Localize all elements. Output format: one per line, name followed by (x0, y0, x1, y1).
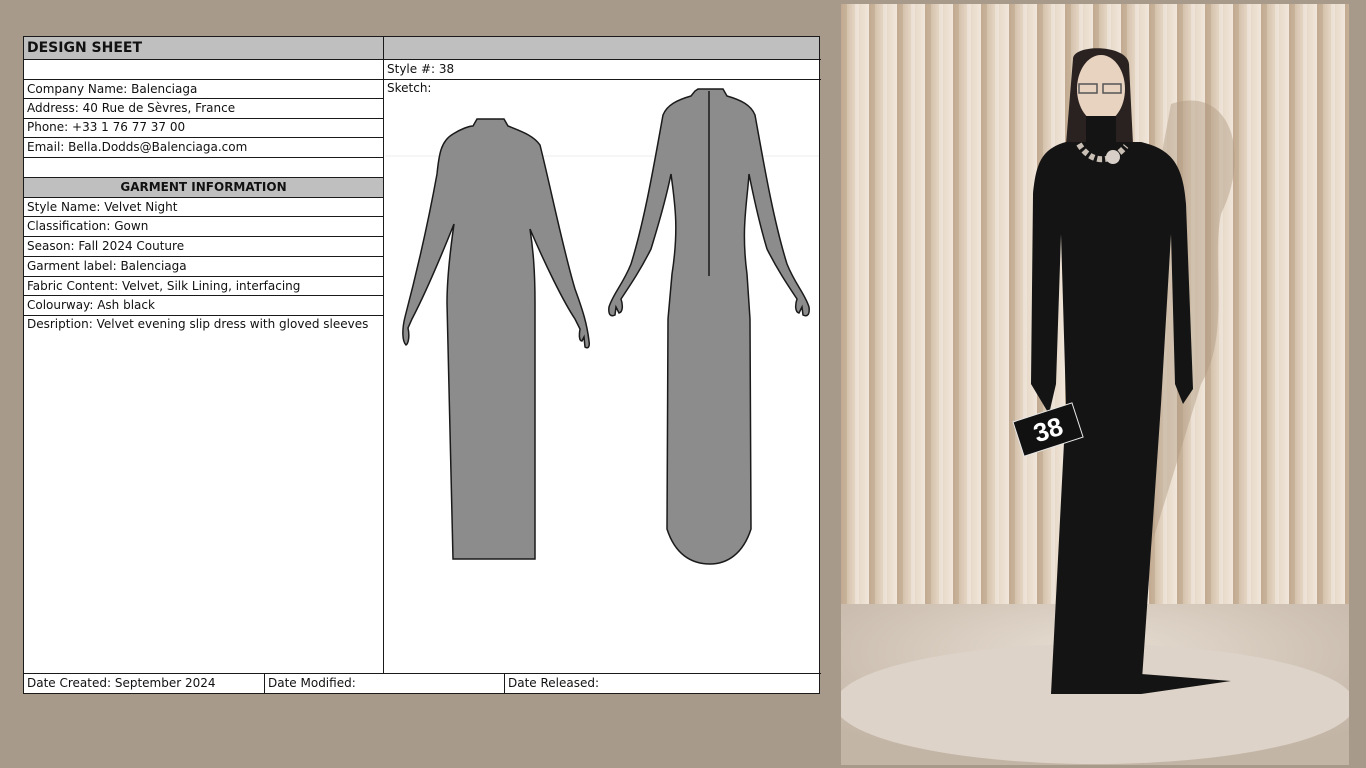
runway-photo: 38 (841, 4, 1349, 765)
sheet-title: DESIGN SHEET (24, 37, 383, 59)
row-line (24, 157, 383, 158)
back-view-sketch (608, 88, 810, 565)
style-name: Style Name: Velvet Night (27, 200, 178, 214)
company-phone: Phone: +33 1 76 77 37 00 (27, 120, 186, 134)
flat-sketch-svg (385, 88, 819, 565)
company-name: Company Name: Balenciaga (27, 82, 198, 96)
date-modified: Date Modified: (268, 676, 356, 690)
garment-label: Garment label: Balenciaga (27, 259, 187, 273)
front-view-sketch (402, 118, 590, 560)
design-sheet: DESIGN SHEET Style #: 38 Sketch: Company… (23, 36, 821, 694)
runway-photo-illustration: 38 (841, 4, 1349, 765)
season: Season: Fall 2024 Couture (27, 239, 185, 253)
company-email: Email: Bella.Dodds@Balenciaga.com (27, 140, 248, 154)
garment-info-header: GARMENT INFORMATION (24, 178, 383, 197)
company-address: Address: 40 Rue de Sèvres, France (27, 101, 236, 115)
column-divider (383, 37, 384, 673)
fabric-content: Fabric Content: Velvet, Silk Lining, int… (27, 279, 301, 293)
technical-sketch (385, 79, 819, 672)
colourway: Colourway: Ash black (27, 298, 155, 312)
classification: Classification: Gown (27, 219, 149, 233)
date-released: Date Released: (508, 676, 600, 690)
style-number: Style #: 38 (387, 62, 455, 76)
sheet-header-right (384, 37, 819, 59)
date-created: Date Created: September 2024 (27, 676, 216, 690)
description: Desription: Velvet evening slip dress wi… (27, 317, 369, 331)
